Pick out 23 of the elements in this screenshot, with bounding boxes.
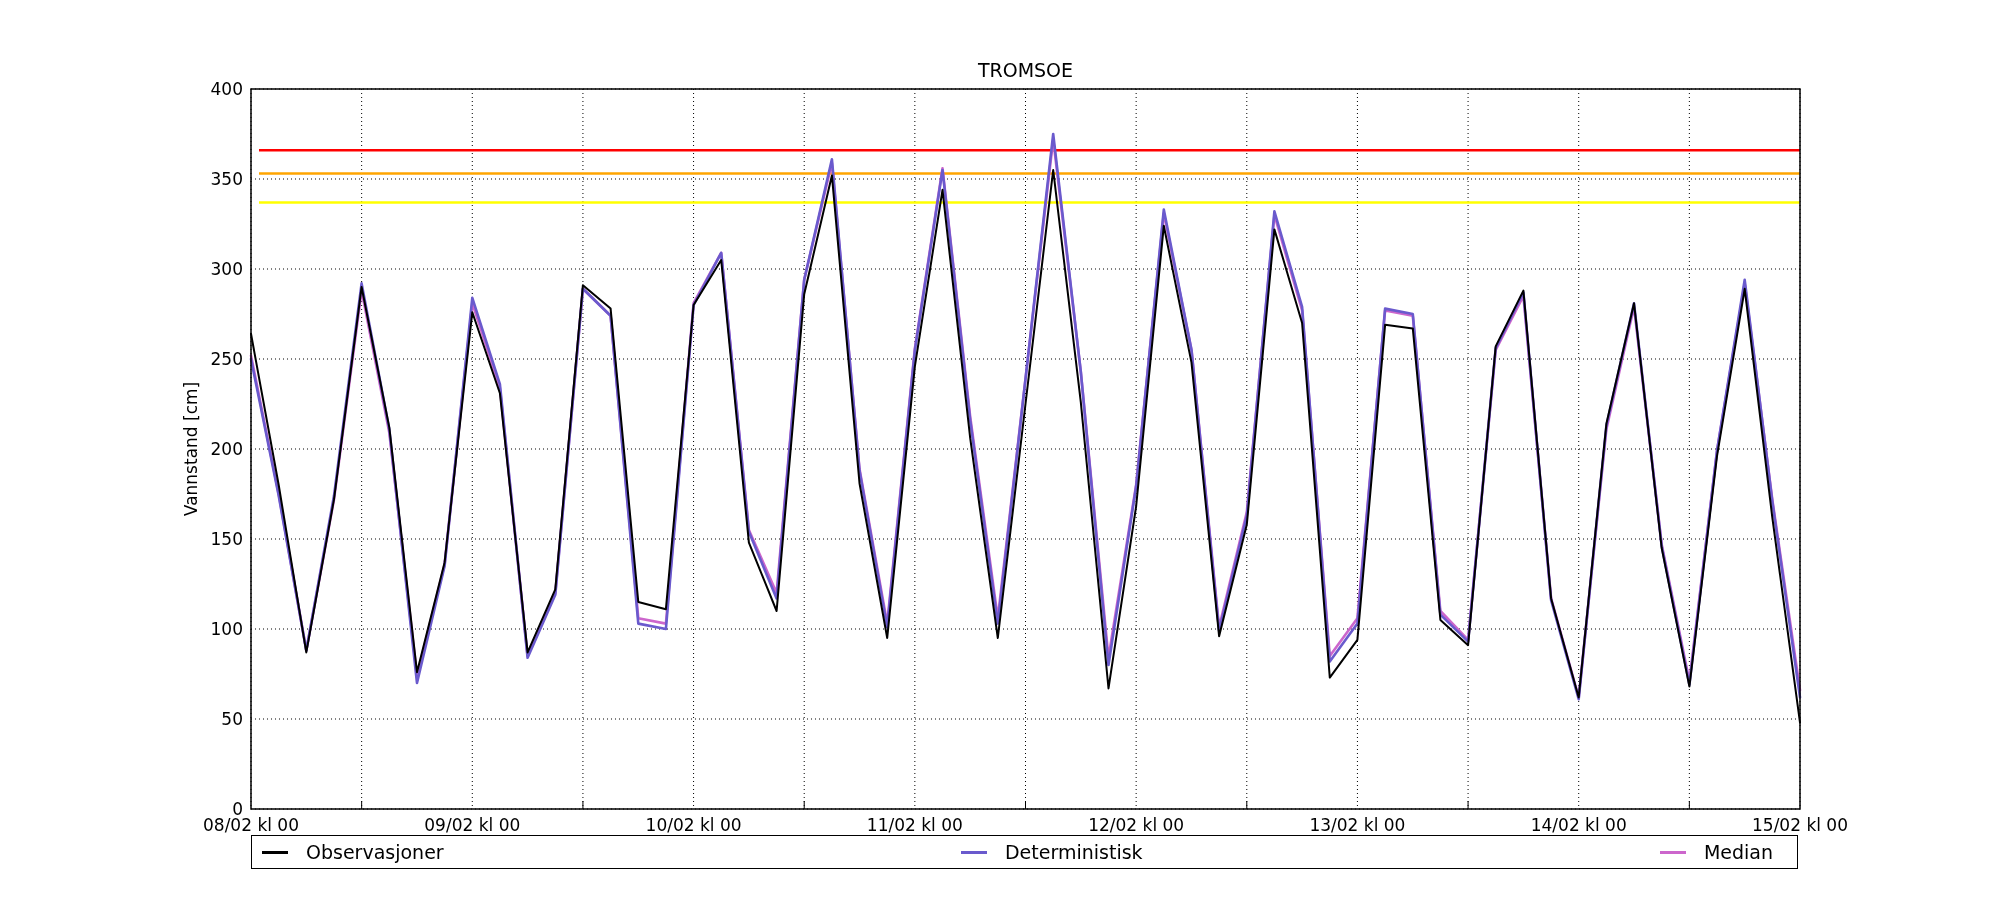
chart-title: TROMSOE — [977, 59, 1074, 81]
x-tick-label: 14/02 kl 00 — [1530, 815, 1627, 835]
y-tick-label: 200 — [210, 439, 243, 459]
y-tick-label: 50 — [221, 709, 243, 729]
y-tick-label: 400 — [210, 79, 243, 99]
x-tick-label: 10/02 kl 00 — [645, 815, 742, 835]
x-tick-label: 13/02 kl 00 — [1309, 815, 1406, 835]
line-swatch-icon — [1659, 850, 1686, 854]
x-tick-label: 15/02 kl 00 — [1752, 815, 1848, 835]
line-swatch-icon — [262, 850, 288, 854]
y-tick-label: 150 — [210, 529, 243, 549]
y-tick-label: 300 — [210, 259, 243, 279]
legend-label: Observasjoner — [306, 841, 444, 863]
legend-label: Median — [1703, 841, 1773, 863]
x-tick-label: 09/02 kl 00 — [424, 815, 521, 835]
line-swatch-icon — [961, 850, 987, 854]
x-tick-label: 11/02 kl 00 — [866, 815, 963, 835]
y-axis-label: Vannstand [cm] — [181, 381, 201, 517]
y-tick-label: 350 — [210, 169, 243, 189]
y-tick-label: 250 — [210, 349, 243, 369]
legend-label: Deterministisk — [1005, 841, 1143, 863]
y-tick-label: 100 — [210, 619, 243, 639]
x-tick-label: 12/02 kl 00 — [1088, 815, 1185, 835]
